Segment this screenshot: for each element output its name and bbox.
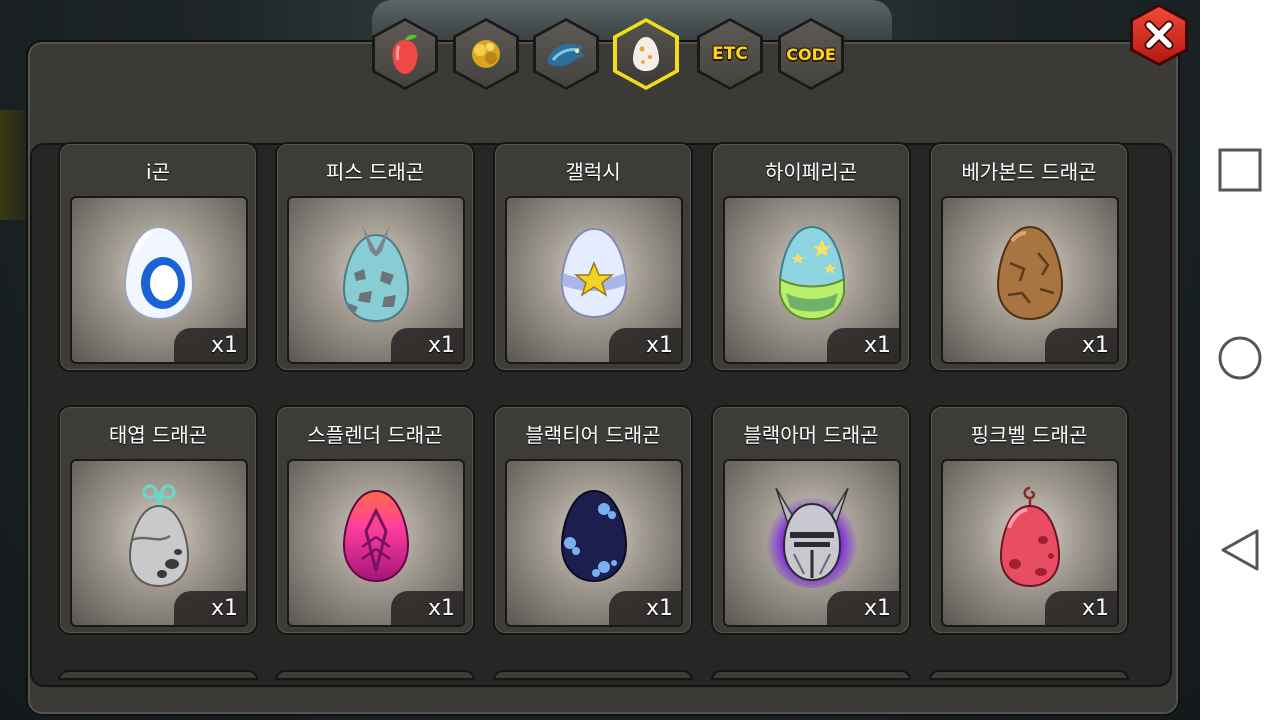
item-name: 베가본드 드래곤 [961,160,1097,184]
item-slot: x1 [941,459,1119,627]
list-item[interactable] [929,670,1129,680]
item-quantity: x1 [863,596,891,621]
item-quantity: x1 [645,596,673,621]
item-name: 스플렌더 드래곤 [307,423,443,447]
item-card[interactable]: 피스 드래곤 x1 [275,142,475,372]
item-slot: x1 [505,459,683,627]
item-card[interactable]: 블랙아머 드래곤 x1 [711,405,911,635]
system-nav-bar [1200,0,1280,720]
tab-dragon[interactable] [533,18,599,90]
list-item[interactable] [493,670,693,680]
recent-apps-icon [1218,148,1262,192]
i-gon-egg-icon [123,226,195,321]
recent-apps-button[interactable] [1200,135,1280,205]
fruit-icon [392,34,418,74]
item-card[interactable]: i곤 x1 [58,142,258,372]
item-quantity: x1 [1081,596,1109,621]
tab-code[interactable]: CODE [778,18,844,90]
item-slot: x1 [287,196,465,364]
galaxy-egg-icon [560,228,628,319]
item-slot: x1 [70,459,248,627]
tab-code-label: CODE [786,44,836,64]
tab-gold[interactable] [453,18,519,90]
item-quantity: x1 [210,333,238,358]
close-icon [1144,20,1174,50]
back-button[interactable] [1200,515,1280,585]
tab-etc-label: ETC [712,44,748,64]
item-name: 피스 드래곤 [325,160,425,184]
dragon-icon [547,43,585,66]
item-slot: x1 [723,459,901,627]
item-card[interactable]: 하이페리곤 x1 [711,142,911,372]
egg-icon [633,37,659,71]
item-quantity: x1 [210,596,238,621]
item-name: i곤 [146,160,170,184]
gold-nugget-icon [472,40,500,68]
piece-dragon-egg-icon [342,225,410,323]
item-card[interactable]: 블랙티어 드래곤 x1 [493,405,693,635]
item-slot: x1 [70,196,248,364]
item-quantity: x1 [427,596,455,621]
item-card[interactable]: 스플렌더 드래곤 x1 [275,405,475,635]
item-card[interactable]: 태엽 드래곤 x1 [58,405,258,635]
home-button[interactable] [1200,323,1280,393]
list-item[interactable] [275,670,475,680]
tab-fruit[interactable] [372,18,438,90]
item-quantity: x1 [645,333,673,358]
blacktear-dragon-egg-icon [560,490,628,583]
list-item[interactable] [58,670,258,680]
splendor-dragon-egg-icon [342,490,410,583]
hyperigon-egg-icon [778,226,846,321]
tab-etc[interactable]: ETC [697,18,763,90]
list-item[interactable] [711,670,911,680]
item-slot: x1 [941,196,1119,364]
item-slot: x1 [723,196,901,364]
item-quantity: x1 [1081,333,1109,358]
item-name: 하이페리곤 [765,160,857,184]
item-card[interactable]: 베가본드 드래곤 x1 [929,142,1129,372]
vagabond-dragon-egg-icon [996,226,1064,321]
item-quantity: x1 [863,333,891,358]
clockwork-dragon-egg-icon [128,484,190,588]
blackarmor-dragon-egg-icon [766,488,858,589]
item-card[interactable]: 갤럭시 x1 [493,142,693,372]
item-slot: x1 [505,196,683,364]
home-icon [1218,336,1262,380]
item-quantity: x1 [427,333,455,358]
item-name: 핑크벨 드래곤 [970,423,1088,447]
item-name: 태엽 드래곤 [108,423,208,447]
tab-egg[interactable] [613,18,679,90]
back-icon [1221,529,1259,571]
pinkbell-dragon-egg-icon [999,487,1061,588]
close-button[interactable] [1130,4,1188,66]
item-card[interactable]: 핑크벨 드래곤 x1 [929,405,1129,635]
item-slot: x1 [287,459,465,627]
item-name: 갤럭시 [565,160,621,184]
item-name: 블랙티어 드래곤 [525,423,661,447]
item-name: 블랙아머 드래곤 [743,423,879,447]
